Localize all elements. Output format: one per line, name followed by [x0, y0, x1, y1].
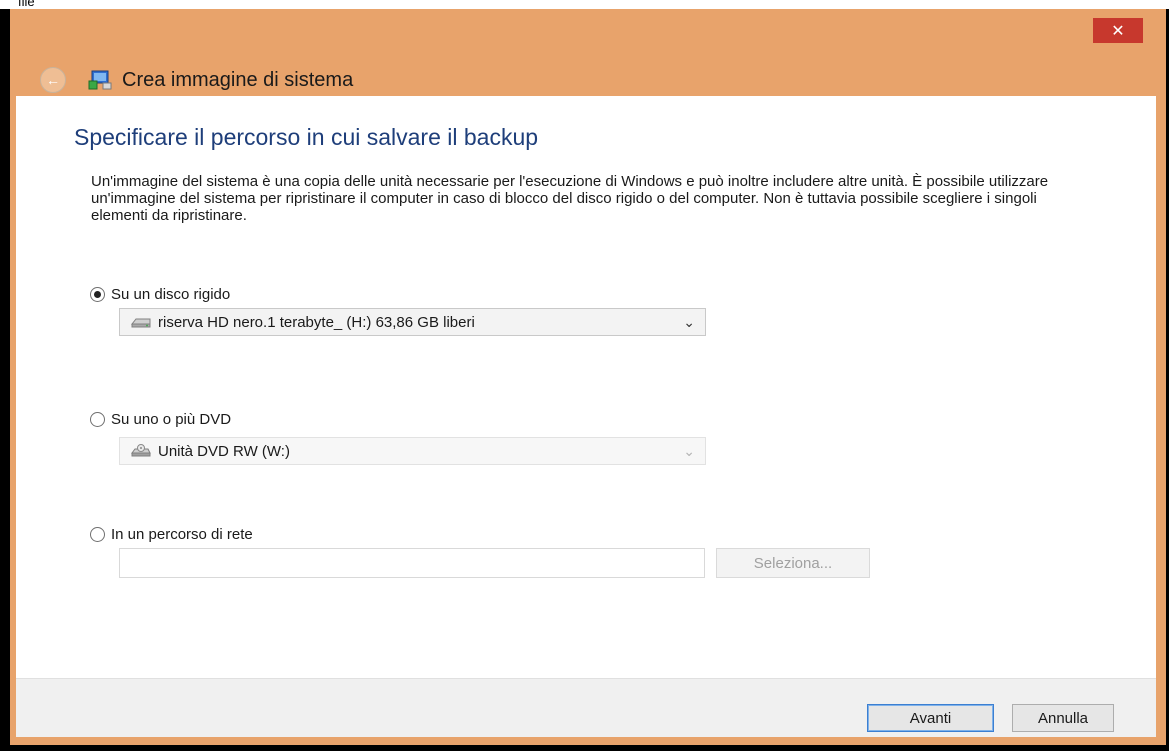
dvd-select-value: Unità DVD RW (W:) [158, 442, 290, 460]
top-strip-text: file [18, 0, 35, 9]
radio-dvd[interactable]: Su uno o più DVD [90, 411, 231, 428]
cancel-button[interactable]: Annulla [1012, 704, 1114, 732]
back-arrow-icon: ← [46, 72, 60, 88]
radio-hard-disk-label: Su un disco rigido [111, 286, 231, 303]
radio-dvd-label: Su uno o più DVD [111, 411, 232, 428]
window-title: Crea immagine di sistema [122, 68, 354, 91]
title-bar: ← Crea immagine di sistema [40, 64, 353, 96]
network-path-input[interactable] [119, 548, 705, 578]
top-strip: file [0, 0, 1169, 9]
close-icon: ✕ [1111, 22, 1125, 40]
dvd-select[interactable]: Unità DVD RW (W:) ⌄ [119, 437, 706, 465]
hard-drive-icon [130, 315, 152, 329]
browse-button[interactable]: Seleziona... [716, 548, 870, 578]
next-button[interactable]: Avanti [867, 704, 994, 732]
back-button[interactable]: ← [40, 67, 66, 93]
hard-disk-select-value: riserva HD nero.1 terabyte_ (H:) 63,86 G… [158, 313, 475, 331]
radio-hard-disk-indicator[interactable] [90, 287, 105, 302]
page-heading: Specificare il percorso in cui salvare i… [74, 124, 539, 150]
system-backup-icon [88, 69, 112, 91]
chevron-down-icon: ⌄ [683, 443, 695, 459]
radio-network-label: In un percorso di rete [111, 526, 253, 543]
chevron-down-icon: ⌄ [683, 314, 695, 330]
radio-hard-disk[interactable]: Su un disco rigido [90, 286, 230, 303]
page-description: Un'immagine del sistema è una copia dell… [91, 173, 1049, 224]
radio-network-indicator[interactable] [90, 527, 105, 542]
close-button[interactable]: ✕ [1093, 18, 1143, 43]
radio-network[interactable]: In un percorso di rete [90, 526, 253, 543]
hard-disk-select[interactable]: riserva HD nero.1 terabyte_ (H:) 63,86 G… [119, 308, 706, 336]
dvd-drive-icon [130, 444, 152, 458]
radio-dvd-indicator[interactable] [90, 412, 105, 427]
